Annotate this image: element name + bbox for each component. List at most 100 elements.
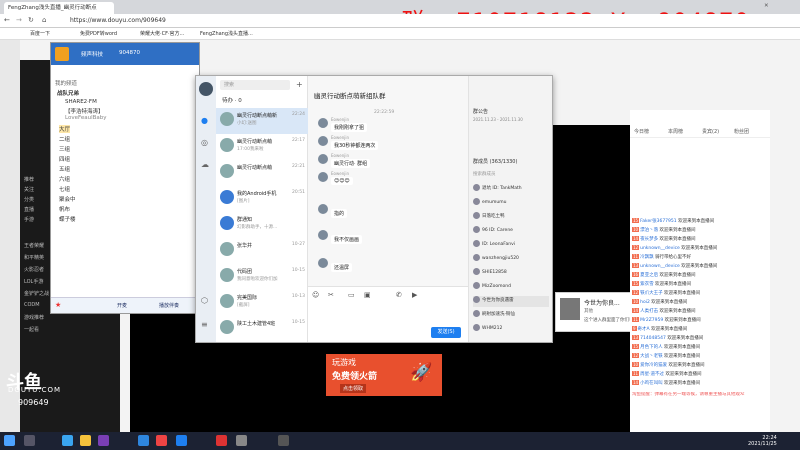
app-icon[interactable] [236, 435, 247, 446]
contacts-icon[interactable]: ◎ [201, 138, 208, 147]
reload-icon[interactable]: ↻ [28, 16, 34, 24]
bookmark-item[interactable]: 百度一下 [30, 29, 50, 39]
app-icon[interactable] [98, 435, 109, 446]
tab-today[interactable]: 今日榜 [634, 128, 649, 135]
sidebar-item[interactable]: 王者荣耀 [24, 242, 44, 249]
member-search-input[interactable]: 搜索群成员 [473, 170, 549, 179]
sidebar-item[interactable]: 游戏推荐 [24, 314, 44, 321]
tab-fans[interactable]: 粉丝团 [734, 128, 749, 135]
notice-title[interactable]: 群公告 [473, 108, 488, 115]
member-item[interactable]: 刷射加速洗·铜仙 [473, 310, 549, 321]
sidebar-item[interactable]: 直播 [24, 206, 34, 213]
phone-icon[interactable]: ✆ [396, 291, 402, 299]
sidebar-item[interactable]: LOL手游 [24, 278, 43, 285]
forward-icon[interactable]: → [16, 16, 22, 24]
member-item[interactable]: 日落吃土鸭 [473, 212, 549, 223]
cloud-icon[interactable]: ☁ [201, 160, 209, 169]
conversation-item[interactable]: 幽灵行动断点萌新 22:24 小幻:送图 [216, 108, 308, 134]
yy-channel[interactable]: 四组 [59, 155, 70, 163]
yy-channel[interactable]: 帆布 [59, 205, 70, 213]
system-clock[interactable]: 22:24 2021/11/25 [748, 435, 777, 447]
yy-member[interactable]: SHARE2·FM [65, 99, 97, 105]
chrome-icon[interactable] [156, 435, 167, 446]
conversation-item[interactable]: 幽灵行动断点萌 22:17 17:00我来啦 [216, 134, 308, 160]
search-input[interactable]: 搜索 [220, 80, 290, 90]
send-button[interactable]: 发送(S) [431, 327, 461, 338]
tab-week[interactable]: 本周榜 [668, 128, 683, 135]
yy-channel[interactable]: 七组 [59, 185, 70, 193]
group-info-panel: 群公告 2021.11.23 - 2021.11.30 群成员 (363/133… [468, 76, 552, 342]
browser-tab[interactable]: FengZhang浅头直播_幽灵行动断点 [4, 2, 114, 14]
conversation-item[interactable]: 张华并 10-27 [216, 238, 308, 264]
folder-icon[interactable]: ▭ [348, 291, 355, 299]
yy-channel[interactable]: 六组 [59, 175, 70, 183]
yy-group[interactable]: 战队兄弟 [57, 89, 79, 97]
yy-channel[interactable]: 聚会中 [59, 195, 76, 203]
yy-channel[interactable]: 二组 [59, 135, 70, 143]
conversation-item[interactable]: 完美国际 10-13 [截屏] [216, 290, 308, 316]
member-item[interactable]: MizZoomond [473, 282, 549, 293]
bookmark-item[interactable]: FengZhang浅头直播... [200, 29, 253, 39]
member-item[interactable]: 退坑 ID: TankMath [473, 184, 549, 195]
sidebar-item[interactable]: CODM [24, 302, 40, 308]
app-icon[interactable] [138, 435, 149, 446]
member-item[interactable]: WHM212 [473, 324, 549, 335]
play-music-button[interactable]: 播放伴奏 [159, 302, 179, 309]
member-item[interactable]: wanzhengjiu520 [473, 254, 549, 265]
search-icon[interactable] [24, 435, 35, 446]
conversation-item[interactable]: 代码团 10-15 我同意啦欢迎你们加 [216, 264, 308, 290]
menu-icon[interactable]: ≡ [201, 320, 208, 329]
avatar[interactable] [199, 82, 213, 96]
window-close-button[interactable]: ✕ [760, 2, 780, 14]
sidebar-item[interactable]: 金铲铲之战 [24, 290, 49, 297]
bookmark-item[interactable]: 免费PDF转word [80, 29, 117, 39]
member-item[interactable]: SHIE12858 [473, 268, 549, 279]
sidebar-item[interactable]: 关注 [24, 186, 34, 193]
mic-icon[interactable]: ★ [55, 301, 61, 309]
qq-icon[interactable] [176, 435, 187, 446]
start-icon[interactable] [4, 435, 15, 446]
sidebar-item[interactable]: 一起看 [24, 326, 39, 333]
scissors-icon[interactable]: ✂ [328, 291, 334, 299]
app-icon[interactable] [62, 435, 73, 446]
yy-member[interactable]: 【李浩特海涛】 [65, 107, 104, 115]
member-item[interactable]: 96 ID: Carene [473, 226, 549, 237]
bookmark-item[interactable]: 荣耀大佬·CF·官方... [140, 29, 184, 39]
tab-vip[interactable]: 贵宾(2) [702, 128, 719, 135]
open-mic-button[interactable]: 开麦 [117, 302, 127, 309]
video-icon[interactable]: ▶ [412, 291, 417, 299]
conversation-item[interactable]: 陕工土木建管4班 10-15 [216, 316, 308, 342]
folder-icon[interactable] [80, 435, 91, 446]
chat-icon[interactable]: ● [201, 116, 208, 125]
member-item[interactable]: ID: LeonaFanvi [473, 240, 549, 251]
sidebar-item[interactable]: 和平精英 [24, 254, 44, 261]
url-field[interactable]: https://www.douyu.com/909649 [70, 16, 400, 26]
image-icon[interactable]: ▣ [364, 291, 371, 299]
conversation-item[interactable]: 我的Android手机 20:51 [图片] [216, 186, 308, 212]
sidebar-item[interactable]: 推荐 [24, 176, 34, 183]
sidebar-item[interactable]: 分类 [24, 196, 34, 203]
bookmarks-bar: 百度一下 免费PDF转word 荣耀大佬·CF·官方... FengZhang浅… [0, 28, 800, 40]
emoji-icon[interactable]: ☺ [312, 291, 319, 299]
conversation-item[interactable]: 群通知 幻影群助手，十源... [216, 212, 308, 238]
yy-channel[interactable]: 大厅 [59, 125, 71, 133]
yy-channel[interactable]: 五组 [59, 165, 70, 173]
sidebar-item[interactable]: 火影忍者 [24, 266, 44, 273]
back-icon[interactable]: ← [4, 16, 10, 24]
chat-message: 我不仅画画 [318, 230, 458, 246]
member-item[interactable]: emumumu [473, 198, 549, 209]
conversation-item[interactable]: 幽灵行动断点萌 22:21 [216, 160, 308, 186]
app-icon[interactable] [278, 435, 289, 446]
add-icon[interactable]: + [296, 80, 303, 89]
yy-channel[interactable]: 蝶子楼 [59, 215, 76, 223]
pending-label[interactable]: 待办 · 0 [222, 96, 242, 104]
sidebar-item[interactable]: 手游 [24, 216, 34, 223]
yy-channel[interactable]: 三组 [59, 145, 70, 153]
home-icon[interactable]: ⌂ [42, 16, 46, 24]
app-icon[interactable] [216, 435, 227, 446]
member-item[interactable]: 今世为你良遇雷 [473, 296, 549, 307]
promo-cta[interactable]: 点击领取 [340, 384, 367, 393]
apps-icon[interactable]: ⬡ [201, 296, 208, 305]
promo-banner[interactable]: 玩游戏 免费领火箭 点击领取 🚀 [326, 354, 442, 396]
yy-member[interactable]: LoveFeaulBaby [65, 115, 107, 121]
